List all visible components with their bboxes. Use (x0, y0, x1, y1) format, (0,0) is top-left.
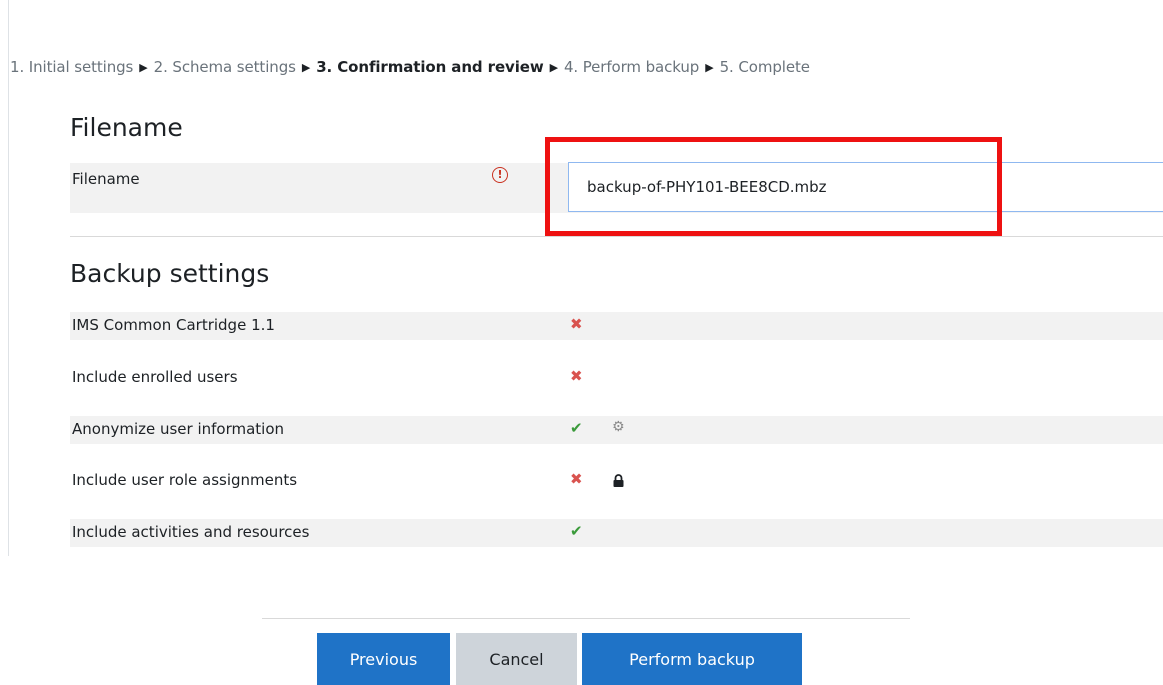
section-divider (70, 236, 1163, 237)
setting-row: Include user role assignments ✖ (70, 467, 1163, 495)
filename-input[interactable] (568, 162, 1163, 212)
setting-row: Include activities and resources ✔ (70, 519, 1163, 547)
lock-icon (613, 474, 624, 487)
gears-icon: ⚙ (612, 419, 625, 435)
left-border (8, 0, 9, 556)
progress-step-2: 2. Schema settings (153, 58, 296, 76)
progress-arrow-icon: ▶ (139, 61, 148, 74)
cross-icon: ✖ (570, 470, 583, 488)
progress-arrow-icon: ▶ (705, 61, 714, 74)
setting-row: Include enrolled users ✖ (70, 364, 1163, 392)
perform-backup-button[interactable]: Perform backup (582, 633, 802, 685)
check-icon: ✔ (570, 522, 583, 540)
check-icon: ✔ (570, 419, 583, 437)
backup-page: 1. Initial settings ▶ 2. Schema settings ▶ 3… (0, 0, 1163, 685)
progress-arrow-icon: ▶ (301, 61, 311, 74)
setting-row: Anonymize user information ✔ ⚙ (70, 416, 1163, 444)
progress-step-4: 4. Perform backup (563, 58, 700, 76)
setting-label: Include user role assignments (72, 471, 298, 489)
progress-step-3-current: 3. Confirmation and review (316, 58, 544, 76)
previous-button[interactable]: Previous (317, 633, 450, 685)
backup-progress-breadcrumb: 1. Initial settings ▶ 2. Schema settings ▶ 3… (10, 58, 810, 76)
cross-icon: ✖ (570, 367, 583, 385)
filename-label: Filename (72, 170, 140, 188)
setting-label: Anonymize user information (72, 420, 285, 438)
exclamation-circle-icon: ! (492, 167, 508, 183)
form-actions-divider (262, 618, 910, 619)
filename-heading: Filename (70, 113, 183, 142)
cross-icon: ✖ (570, 315, 583, 333)
setting-label: Include activities and resources (72, 523, 310, 541)
cancel-button[interactable]: Cancel (456, 633, 577, 685)
progress-step-1: 1. Initial settings (10, 58, 134, 76)
backup-settings-heading: Backup settings (70, 259, 270, 288)
setting-row: IMS Common Cartridge 1.1 ✖ (70, 312, 1163, 340)
setting-label: IMS Common Cartridge 1.1 (72, 316, 275, 334)
progress-arrow-icon: ▶ (549, 61, 558, 74)
setting-label: Include enrolled users (72, 368, 238, 386)
progress-step-5: 5. Complete (719, 58, 810, 76)
